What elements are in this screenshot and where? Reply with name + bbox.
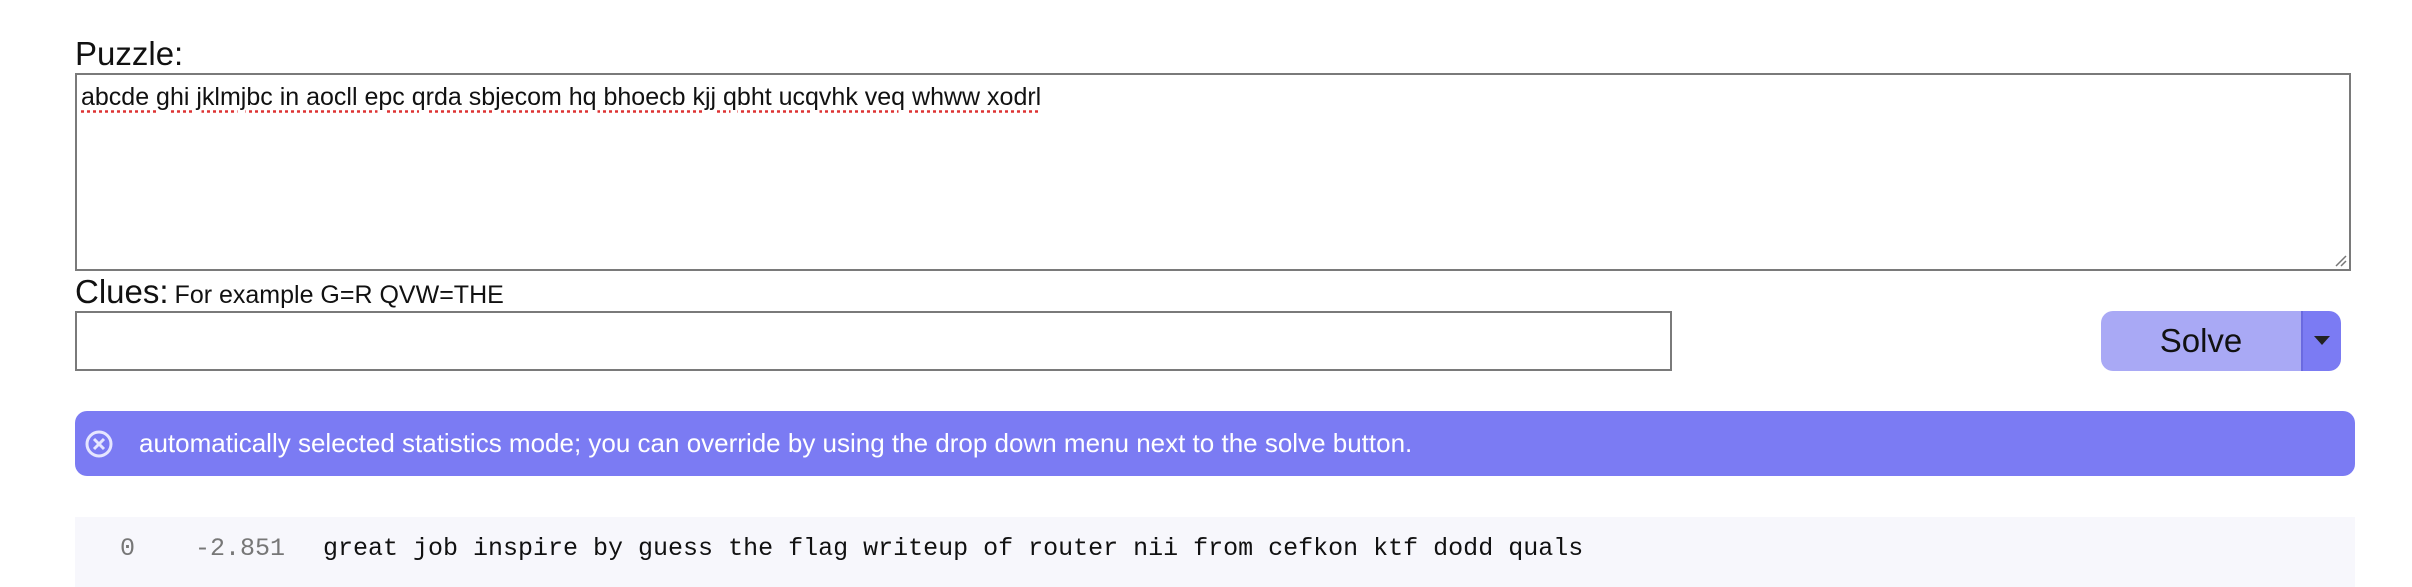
puzzle-label: Puzzle: [75,35,184,72]
results-list: 0 -2.851 great job inspire by guess the … [75,517,2355,587]
alert-close-button[interactable] [83,428,115,460]
circle-x-icon [85,430,113,457]
puzzle-text: abcde ghi jklmjbc in aocll epc qrda sbje… [81,83,1042,111]
solve-mode-dropdown[interactable] [2301,311,2341,371]
caret-down-icon [2314,336,2330,345]
result-text: great job inspire by guess the flag writ… [323,533,1584,563]
puzzle-textarea[interactable]: abcde ghi jklmjbc in aocll epc qrda sbje… [75,73,2351,271]
resize-grip-icon[interactable] [2333,253,2347,267]
clues-label: Clues: [75,273,169,310]
result-row[interactable]: 0 -2.851 great job inspire by guess the … [75,517,2355,579]
alert-message: automatically selected statistics mode; … [139,428,1413,458]
solve-button[interactable]: Solve [2101,311,2301,371]
solve-button-group: Solve [2101,311,2341,371]
clues-hint: For example G=R QVW=THE [174,281,504,309]
result-index: 0 [119,533,135,563]
clues-input[interactable] [75,311,1672,371]
result-score: -2.851 [194,533,285,563]
clues-label-row: Clues: For example G=R QVW=THE [75,272,504,315]
info-alert: automatically selected statistics mode; … [75,411,2355,476]
